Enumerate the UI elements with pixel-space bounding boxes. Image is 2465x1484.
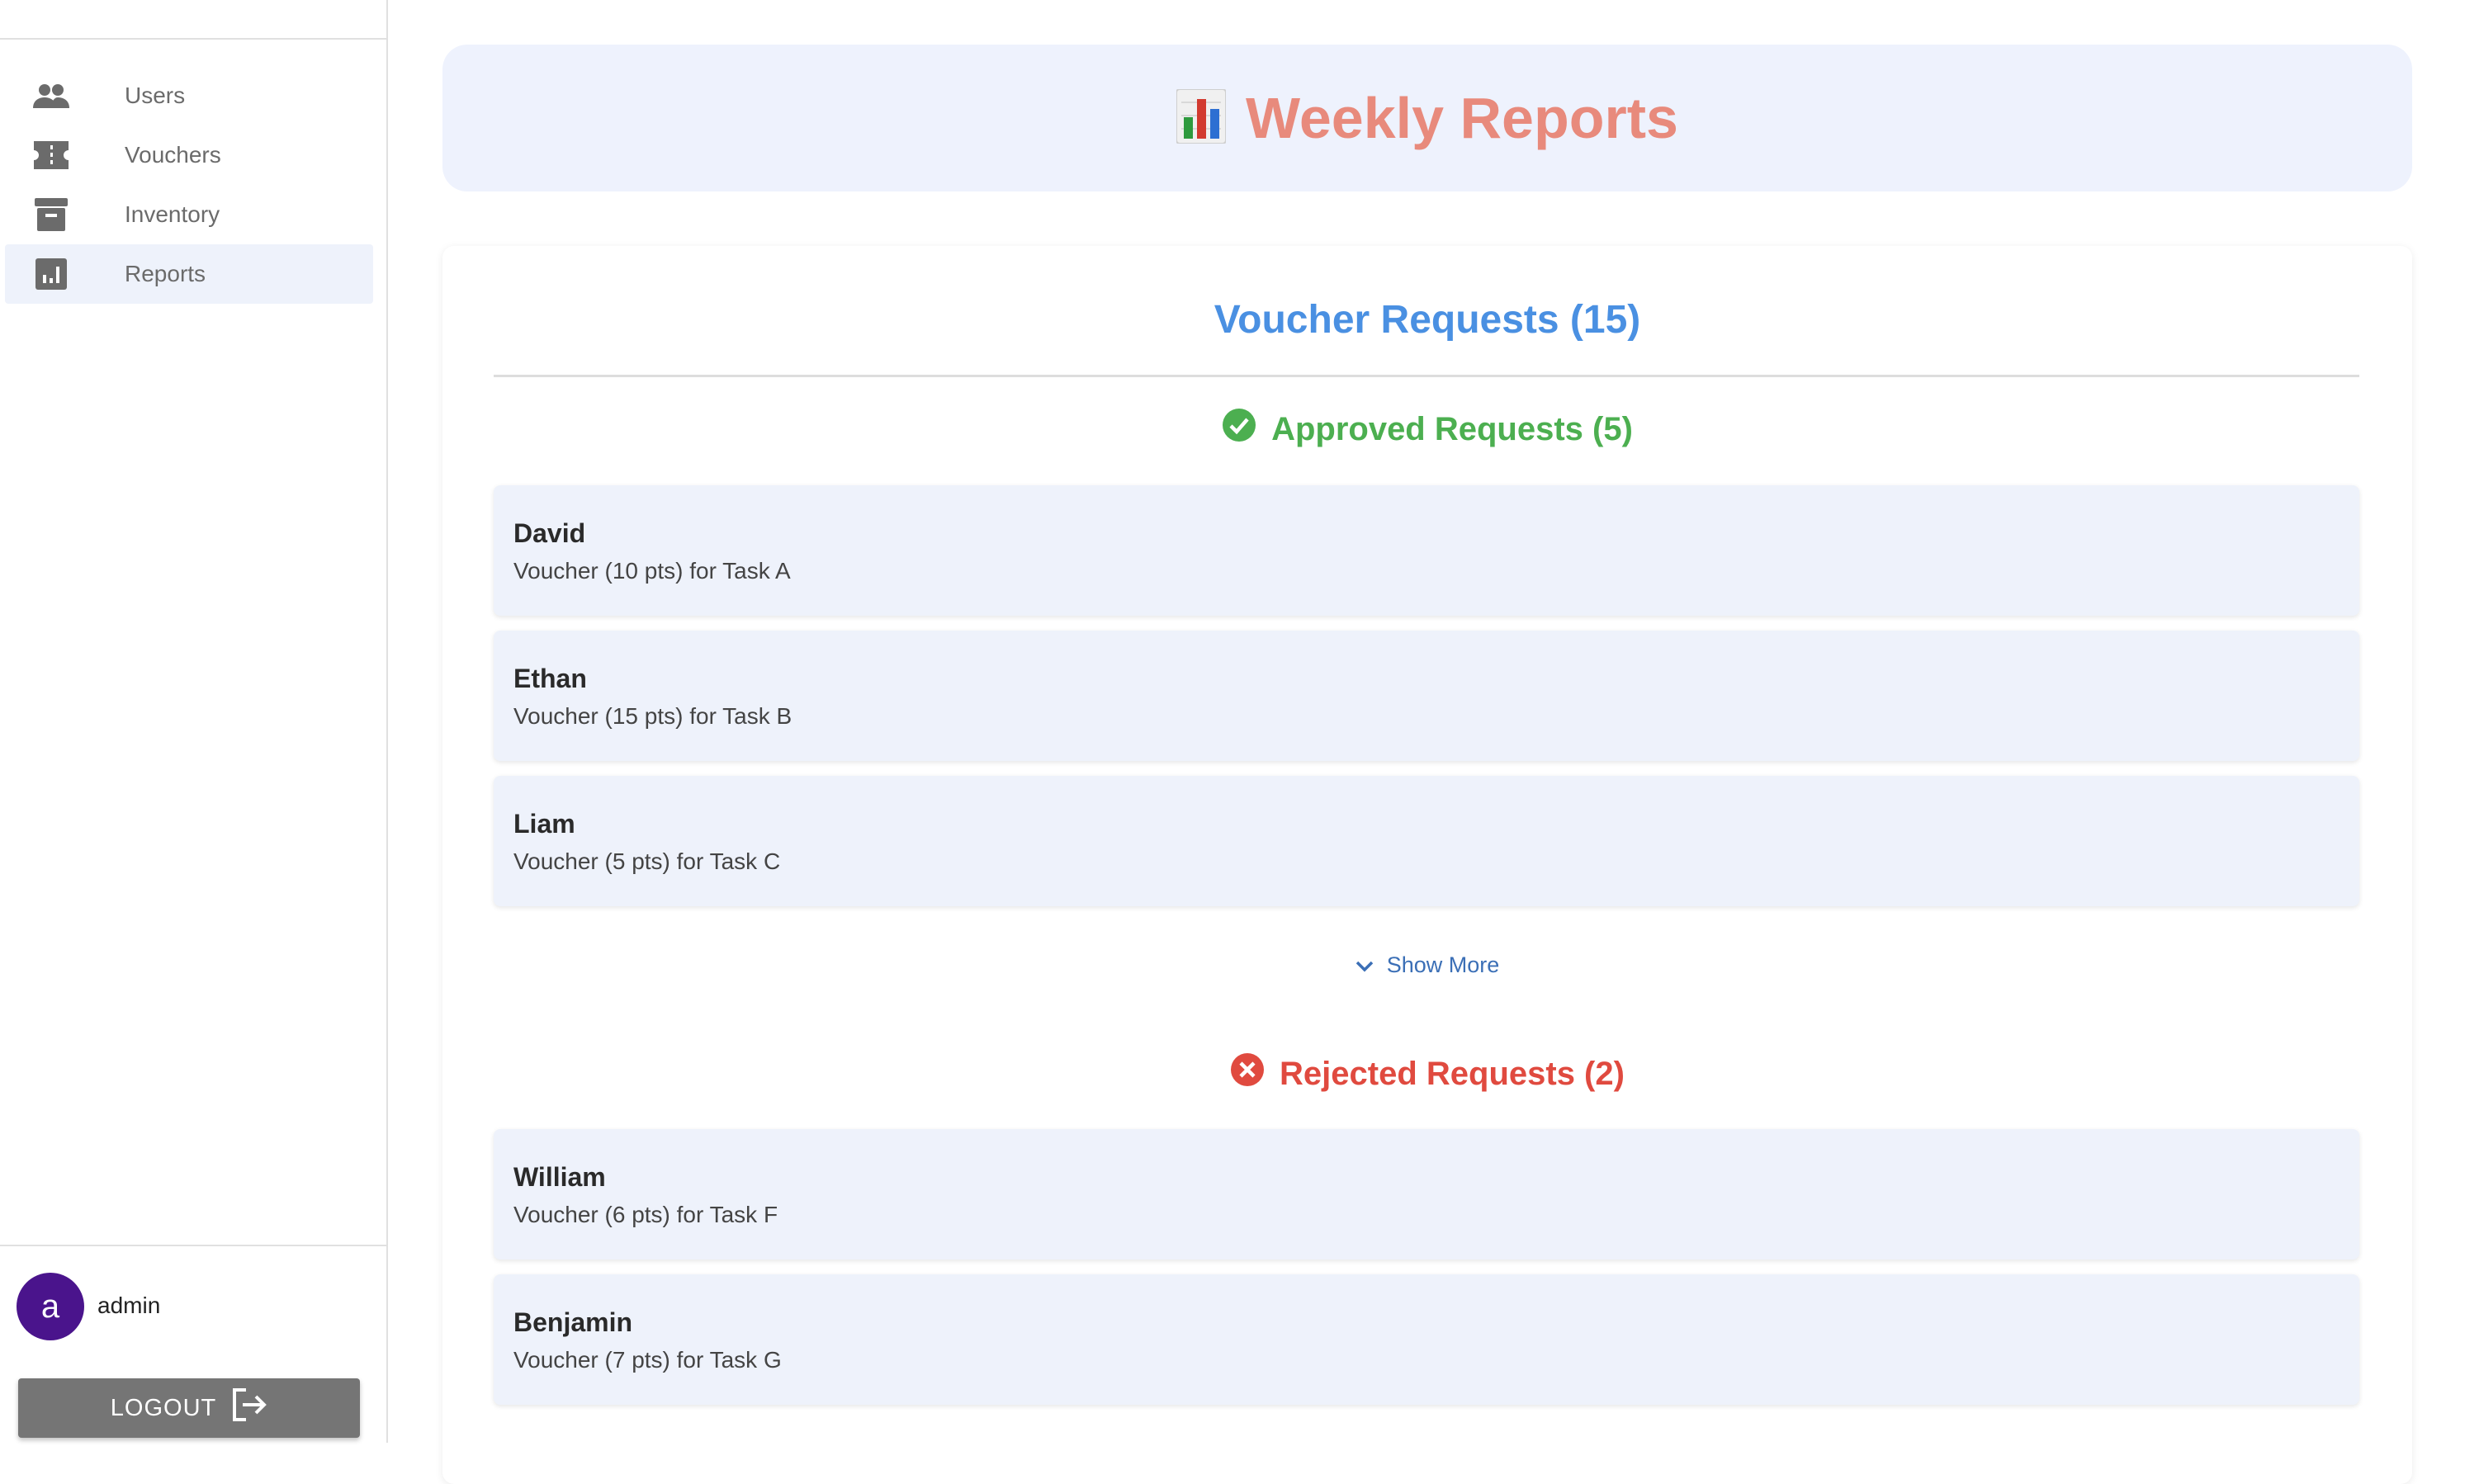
request-name: Ethan [513,664,587,693]
sidebar-item-reports[interactable]: Reports [5,244,373,304]
request-name: Liam [513,809,575,839]
cancel-circle-icon [1230,1052,1265,1095]
report-card: Voucher Requests (15) Approved Requests … [442,246,2412,1484]
bar-chart-emoji-icon [1176,87,1228,148]
request-desc: Voucher (15 pts) for Task B [513,703,792,729]
username: admin [97,1293,161,1318]
approved-heading: Approved Requests (5) [442,408,2412,451]
list-item[interactable]: Benjamin Voucher (7 pts) for Task G [494,1274,2359,1405]
rejected-heading: Rejected Requests (2) [442,1052,2412,1095]
request-name: David [513,518,586,548]
users-icon [31,76,71,116]
sidebar-item-label: Vouchers [125,142,221,168]
main-content: Weekly Reports Voucher Requests (15) App… [388,0,2465,1484]
request-name: William [513,1162,606,1192]
request-name: Benjamin [513,1307,633,1337]
sidebar-item-users[interactable]: Users [5,66,373,125]
request-desc: Voucher (5 pts) for Task C [513,848,781,874]
page-title: Weekly Reports [1246,86,1678,150]
ticket-icon [31,135,71,175]
logout-button[interactable]: LOGOUT [18,1378,360,1438]
avatar[interactable]: a [17,1273,84,1340]
list-item[interactable]: David Voucher (10 pts) for Task A [494,485,2359,616]
sidebar-item-label: Reports [125,261,206,286]
sidebar-item-label: Users [125,83,186,108]
sidebar-item-vouchers[interactable]: Vouchers [5,125,373,185]
rejected-heading-label: Rejected Requests (2) [1280,1055,1625,1092]
sidebar-top-divider [0,38,386,40]
list-item[interactable]: William Voucher (6 pts) for Task F [494,1129,2359,1260]
list-item[interactable]: Liam Voucher (5 pts) for Task C [494,776,2359,906]
chevron-down-icon [1356,952,1374,978]
section-divider [494,375,2359,377]
show-more-button[interactable]: Show More [442,952,2412,978]
sidebar-item-inventory[interactable]: Inventory [5,185,373,244]
sidebar-item-label: Inventory [125,201,220,227]
show-more-label: Show More [1386,952,1500,977]
bar-chart-icon [31,254,71,294]
sidebar: Users Vouchers Inventory Reports a admin… [0,0,388,1443]
request-desc: Voucher (7 pts) for Task G [513,1347,782,1373]
page-header: Weekly Reports [442,45,2412,191]
logout-label: LOGOUT [110,1394,217,1421]
logout-icon [231,1388,267,1428]
list-item[interactable]: Ethan Voucher (15 pts) for Task B [494,631,2359,761]
section-title: Voucher Requests (15) [1214,298,1641,342]
request-desc: Voucher (10 pts) for Task A [513,558,791,584]
archive-icon [31,195,71,234]
sidebar-bottom-divider [0,1245,386,1246]
approved-heading-label: Approved Requests (5) [1271,410,1633,447]
request-desc: Voucher (6 pts) for Task F [513,1202,778,1227]
check-circle-icon [1222,408,1256,451]
